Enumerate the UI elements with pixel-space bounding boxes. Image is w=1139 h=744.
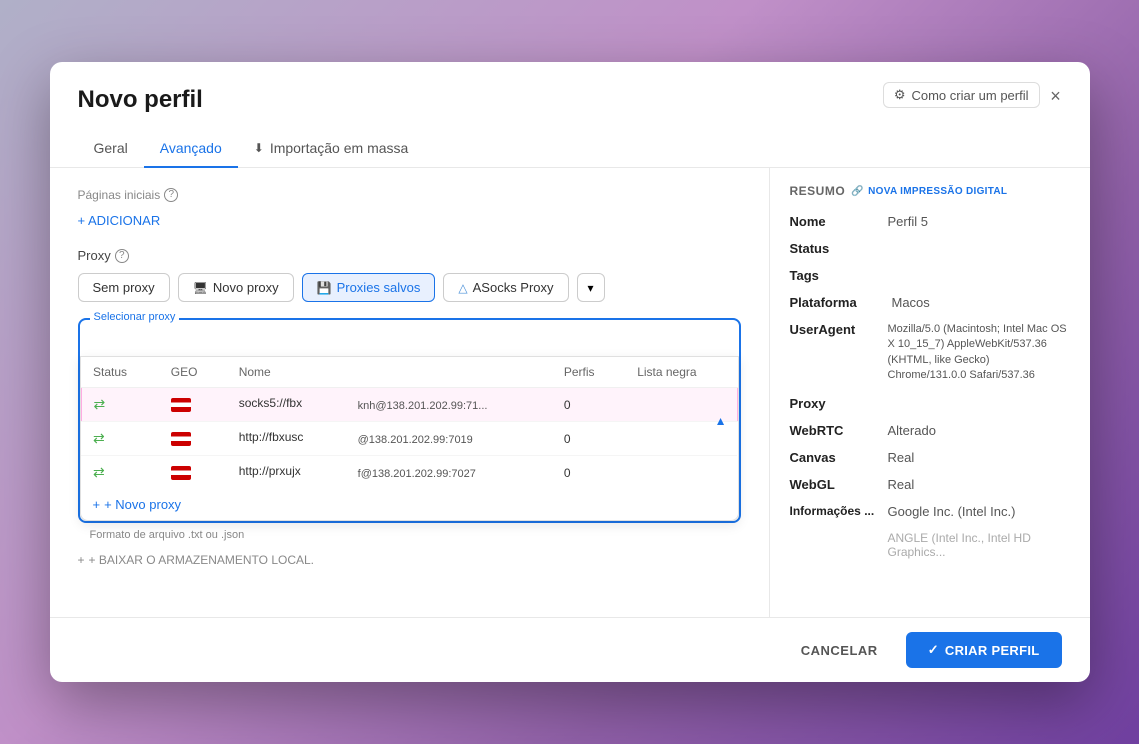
tab-importacao[interactable]: ⬇ Importação em massa — [238, 130, 425, 168]
lista-cell — [625, 456, 737, 490]
name-cell: socks5://fbx — [227, 388, 346, 422]
resumo-plataforma: Plataforma Macos — [790, 295, 1070, 310]
proxy-select-label: Selecionar proxy — [90, 311, 180, 323]
plus-icon: + — [93, 497, 101, 512]
tab-geral[interactable]: Geral — [78, 130, 144, 168]
chevron-down-icon: ▾ — [588, 281, 594, 295]
status-icon: ⇄ — [93, 464, 105, 480]
gear-icon: ⚙ — [894, 87, 906, 103]
status-cell: ⇄ — [81, 422, 159, 456]
modal-header: Novo perfil ⚙ Como criar um perfil × Ger… — [50, 62, 1090, 168]
tabs-container: Geral Avançado ⬇ Importação em massa — [78, 130, 1062, 167]
help-label: Como criar um perfil — [911, 88, 1028, 103]
addr-cell: f@138.201.202.99:7027 — [346, 456, 552, 490]
close-button[interactable]: × — [1042, 82, 1070, 110]
select-chevron-icon: ▲ — [715, 414, 727, 428]
fingerprint-link[interactable]: 🔗 NOVA IMPRESSÃO DIGITAL — [851, 186, 1007, 197]
new-proxy-link[interactable]: + + Novo proxy — [81, 489, 194, 520]
proxy-select-container: Selecionar proxy ▲ Status GEO Nome Perfi… — [78, 318, 741, 523]
resumo-webrtc: WebRTC Alterado — [790, 423, 1070, 438]
resumo-info2: ANGLE (Intel Inc., Intel HD Graphics... — [790, 531, 1070, 559]
fingerprint-icon: 🔗 — [851, 186, 864, 197]
perfis-cell: 0 — [552, 456, 625, 490]
proxy-table: Status GEO Nome Perfis Lista negra ⇄ — [81, 357, 738, 489]
resumo-header: RESUMO 🔗 NOVA IMPRESSÃO DIGITAL — [790, 184, 1070, 198]
col-addr — [346, 357, 552, 388]
proxy-search-input[interactable] — [80, 320, 739, 356]
left-panel: Páginas iniciais ? + ADICIONAR Proxy ? S… — [50, 168, 770, 617]
geo-cell — [159, 422, 227, 456]
col-perfis: Perfis — [552, 357, 625, 388]
tab-avancado[interactable]: Avançado — [144, 130, 238, 168]
pages-label: Páginas iniciais ? — [78, 188, 741, 202]
cancel-button[interactable]: CANCELAR — [785, 635, 894, 666]
resumo-status: Status — [790, 241, 1070, 256]
addr-cell: @138.201.202.99:7019 — [346, 422, 552, 456]
btn-novo-proxy[interactable]: 🖥 Novo proxy — [178, 273, 294, 302]
flag-icon — [171, 398, 191, 412]
proxy-section-label: Proxy ? — [78, 248, 741, 263]
resumo-webgl: WebGL Real — [790, 477, 1070, 492]
create-button[interactable]: ✓ CRIAR PERFIL — [906, 632, 1062, 668]
modal-body: Páginas iniciais ? + ADICIONAR Proxy ? S… — [50, 168, 1090, 617]
resumo-proxy: Proxy — [790, 396, 1070, 411]
perfis-cell: 0 — [552, 422, 625, 456]
resumo-tags: Tags — [790, 268, 1070, 283]
status-icon: ⇄ — [94, 396, 106, 412]
help-link[interactable]: ⚙ Como criar um perfil — [883, 82, 1040, 108]
pages-info-icon[interactable]: ? — [164, 188, 178, 202]
resumo-nome: Nome Perfil 5 — [790, 214, 1070, 229]
name-cell: http://prxujx — [227, 456, 346, 490]
proxy-info-icon[interactable]: ? — [115, 249, 129, 263]
resumo-info: Informações ... Google Inc. (Intel Inc.) — [790, 504, 1070, 519]
modal-footer: CANCELAR ✓ CRIAR PERFIL — [50, 617, 1090, 682]
proxy-dropdown: Status GEO Nome Perfis Lista negra ⇄ — [80, 356, 739, 521]
table-header-row: Status GEO Nome Perfis Lista negra — [81, 357, 737, 388]
flag-icon — [171, 466, 191, 480]
checkmark-icon: ✓ — [928, 642, 939, 658]
flag-icon — [171, 432, 191, 446]
col-lista-negra: Lista negra — [625, 357, 737, 388]
col-status: Status — [81, 357, 159, 388]
btn-asocks-proxy[interactable]: △ ASocks Proxy — [443, 273, 568, 302]
table-row[interactable]: ⇄ http://prxujx f@138.201.202.99:7027 0 — [81, 456, 737, 490]
right-panel: RESUMO 🔗 NOVA IMPRESSÃO DIGITAL Nome Per… — [770, 168, 1090, 617]
status-cell: ⇄ — [81, 456, 159, 490]
name-cell: http://fbxusc — [227, 422, 346, 456]
btn-more[interactable]: ▾ — [577, 273, 605, 302]
modal: Novo perfil ⚙ Como criar um perfil × Ger… — [50, 62, 1090, 682]
save-icon: 💾 — [317, 281, 332, 295]
col-geo: GEO — [159, 357, 227, 388]
monitor-icon: 🖥 — [193, 281, 208, 295]
btn-sem-proxy[interactable]: Sem proxy — [78, 273, 170, 302]
btn-proxies-salvos[interactable]: 💾 Proxies salvos — [302, 273, 436, 302]
status-cell: ⇄ — [81, 388, 159, 422]
table-row[interactable]: ⇄ http://fbxusc @138.201.202.99:7019 0 — [81, 422, 737, 456]
resumo-canvas: Canvas Real — [790, 450, 1070, 465]
perfis-cell: 0 — [552, 388, 625, 422]
download-icon: + — [78, 553, 85, 567]
asocks-icon: △ — [458, 281, 467, 295]
geo-cell — [159, 388, 227, 422]
col-name: Nome — [227, 357, 346, 388]
file-format-note: Formato de arquivo .txt ou .json — [78, 523, 741, 547]
geo-cell — [159, 456, 227, 490]
proxy-buttons: Sem proxy 🖥 Novo proxy 💾 Proxies salvos … — [78, 273, 741, 302]
download-link[interactable]: + + BAIXAR O ARMAZENAMENTO LOCAL. — [78, 547, 741, 573]
status-icon: ⇄ — [93, 430, 105, 446]
addr-cell: knh@138.201.202.99:71... — [346, 388, 552, 422]
table-row[interactable]: ⇄ socks5://fbx knh@138.201.202.99:71... … — [81, 388, 737, 422]
download-icon: ⬇ — [254, 141, 264, 155]
add-link[interactable]: + ADICIONAR — [78, 213, 161, 228]
resumo-useragent: UserAgent Mozilla/5.0 (Macintosh; Intel … — [790, 322, 1070, 384]
